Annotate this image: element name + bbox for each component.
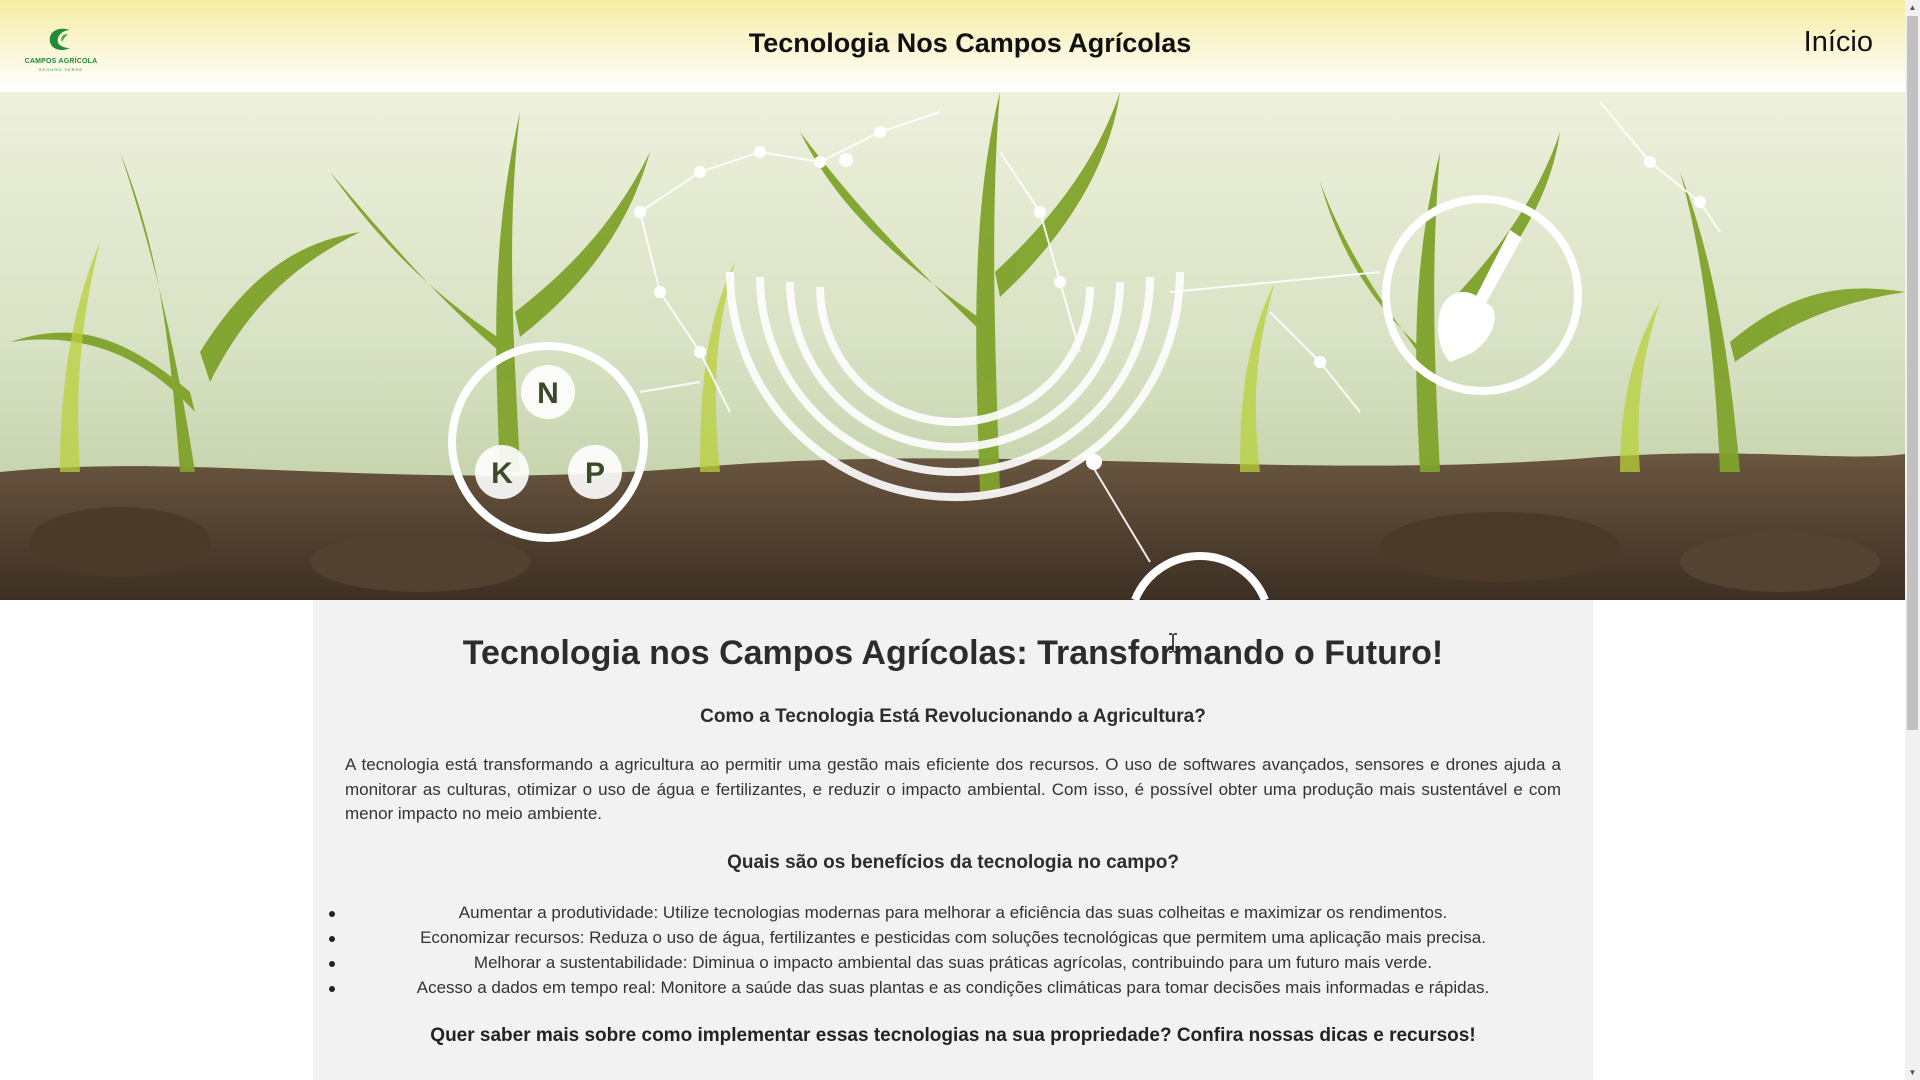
svg-text:K: K [491,457,513,490]
call-to-action: Quer saber mais sobre como implementar e… [430,1025,1476,1046]
list-item: Melhorar a sustentabilidade: Diminua o i… [313,950,1593,975]
article-section: Tecnologia nos Campos Agrícolas: Transfo… [313,600,1593,1080]
scroll-up-arrow-icon[interactable]: ▲ [1905,0,1920,15]
list-item: Aumentar a produtividade: Utilize tecnol… [313,900,1593,925]
hero-banner: N K P [0,92,1905,600]
site-title: Tecnologia Nos Campos Agrícolas [748,28,1192,58]
subheading-benefits: Quais são os benefícios da tecnologia no… [727,852,1179,873]
vertical-scrollbar[interactable]: ▲ ▼ [1905,0,1920,1080]
intro-paragraph: A tecnologia está transformando a agricu… [345,755,1561,823]
svg-text:P: P [585,457,605,490]
scroll-down-arrow-icon[interactable]: ▼ [1905,1065,1920,1080]
logo-subtext: SEGURO VERDE [38,67,84,72]
benefits-list: Aumentar a produtividade: Utilize tecnol… [313,900,1593,1000]
site-header: CAMPOS AGRÍCOLA SEGURO VERDE Tecnologia … [0,0,1905,92]
list-item: Economizar recursos: Reduza o uso de águ… [313,925,1593,950]
list-item: Acesso a dados em tempo real: Monitore a… [313,975,1593,1000]
hero-image: N K P [0,92,1905,600]
subheading-revolution: Como a Tecnologia Está Revolucionando a … [700,706,1206,727]
svg-text:N: N [537,377,559,410]
scrollbar-thumb[interactable] [1907,16,1918,730]
nav-link-inicio[interactable]: Início [1804,26,1873,59]
logo-text: CAMPOS AGRÍCOLA [24,58,98,65]
article-heading: Tecnologia nos Campos Agrícolas: Transfo… [462,634,1444,672]
text-cursor-icon [1169,633,1177,653]
